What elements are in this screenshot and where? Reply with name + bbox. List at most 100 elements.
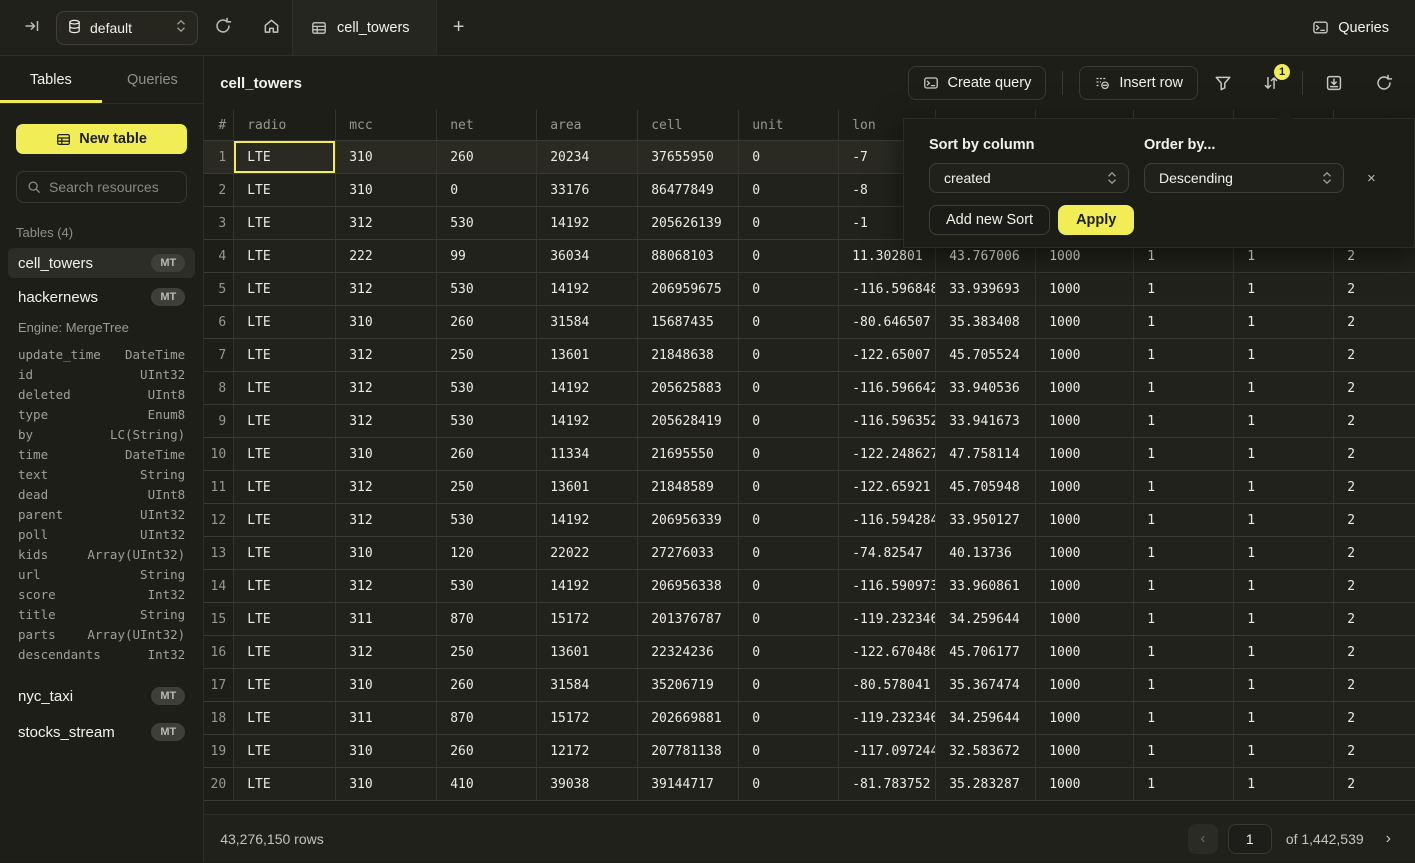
table-cell[interactable]: -122.65921 [839, 471, 936, 503]
table-cell[interactable]: 311 [336, 603, 437, 635]
table-cell[interactable]: 1 [1234, 735, 1334, 767]
table-cell[interactable]: -119.232346 [839, 603, 936, 635]
table-cell[interactable]: 0 [739, 174, 839, 206]
table-cell[interactable]: LTE [234, 372, 336, 404]
table-cell[interactable]: 1000 [1036, 669, 1134, 701]
table-cell[interactable]: LTE [234, 702, 336, 734]
table-cell[interactable]: 1 [1134, 405, 1234, 437]
table-cell[interactable]: 1000 [1036, 735, 1134, 767]
table-cell[interactable]: 205626139 [638, 207, 739, 239]
table-cell[interactable]: 45.706177 [936, 636, 1036, 668]
table-cell[interactable]: 260 [437, 669, 537, 701]
table-cell[interactable]: 35.383408 [936, 306, 1036, 338]
table-cell[interactable]: 0 [739, 405, 839, 437]
table-cell[interactable]: 0 [739, 306, 839, 338]
sidebar-item-stocks-stream[interactable]: stocks_stream MT [8, 717, 195, 747]
table-cell[interactable]: 870 [437, 702, 537, 734]
sort-button[interactable]: 1 [1256, 68, 1286, 98]
table-cell[interactable]: 39144717 [638, 768, 739, 800]
table-cell[interactable]: 260 [437, 306, 537, 338]
table-cell[interactable]: 1 [1134, 735, 1234, 767]
column-header[interactable]: net [437, 110, 537, 140]
home-button[interactable] [250, 0, 292, 55]
table-cell[interactable]: 1 [1134, 471, 1234, 503]
table-cell[interactable]: 1 [1234, 636, 1334, 668]
table-cell[interactable]: 39038 [537, 768, 638, 800]
table-cell[interactable]: 45.705524 [936, 339, 1036, 371]
table-cell[interactable]: -80.646507 [839, 306, 936, 338]
table-cell[interactable]: 312 [336, 405, 437, 437]
table-cell[interactable]: 0 [739, 504, 839, 536]
table-cell[interactable]: 15687435 [638, 306, 739, 338]
table-cell[interactable]: 312 [336, 471, 437, 503]
table-cell[interactable]: 33.940536 [936, 372, 1036, 404]
table-cell[interactable]: 0 [739, 537, 839, 569]
table-cell[interactable]: 870 [437, 603, 537, 635]
table-cell[interactable]: 310 [336, 735, 437, 767]
table-cell[interactable]: 1 [1234, 372, 1334, 404]
table-cell[interactable]: 260 [437, 735, 537, 767]
table-cell[interactable]: 0 [739, 768, 839, 800]
table-cell[interactable]: 312 [336, 273, 437, 305]
add-new-sort-button[interactable]: Add new Sort [929, 205, 1050, 235]
table-cell[interactable]: LTE [234, 669, 336, 701]
table-cell[interactable]: 34.259644 [936, 603, 1036, 635]
table-cell[interactable]: 207781138 [638, 735, 739, 767]
table-cell[interactable]: 1000 [1036, 306, 1134, 338]
table-cell[interactable]: LTE [234, 405, 336, 437]
table-cell[interactable]: 202669881 [638, 702, 739, 734]
table-cell[interactable]: 33.960861 [936, 570, 1036, 602]
table-cell[interactable]: 530 [437, 273, 537, 305]
table-cell[interactable]: -122.670486 [839, 636, 936, 668]
table-cell[interactable]: 1000 [1036, 537, 1134, 569]
table-cell[interactable]: 21695550 [638, 438, 739, 470]
table-cell[interactable]: 2 [1334, 702, 1415, 734]
table-cell[interactable]: 410 [437, 768, 537, 800]
table-cell[interactable]: 1000 [1036, 438, 1134, 470]
column-header[interactable]: radio [234, 110, 336, 140]
sidebar-item-nyc-taxi[interactable]: nyc_taxi MT [8, 681, 195, 711]
table-cell[interactable]: 530 [437, 405, 537, 437]
refresh-database-button[interactable] [210, 13, 236, 42]
table-cell[interactable]: 0 [739, 438, 839, 470]
table-cell[interactable]: 31584 [537, 669, 638, 701]
table-cell[interactable]: 88068103 [638, 240, 739, 272]
table-cell[interactable]: 14192 [537, 570, 638, 602]
table-cell[interactable]: 1 [1234, 273, 1334, 305]
table-cell[interactable]: 1 [1134, 372, 1234, 404]
sidebar-item-hackernews[interactable]: hackernews MT [8, 282, 195, 312]
table-cell[interactable]: 2 [1334, 669, 1415, 701]
table-cell[interactable]: 312 [336, 636, 437, 668]
table-cell[interactable]: 260 [437, 438, 537, 470]
table-cell[interactable]: 32.583672 [936, 735, 1036, 767]
table-cell[interactable]: 2 [1334, 603, 1415, 635]
table-cell[interactable]: 34.259644 [936, 702, 1036, 734]
tab-cell-towers[interactable]: cell_towers [292, 0, 437, 55]
table-cell[interactable]: 310 [336, 306, 437, 338]
apply-sort-button[interactable]: Apply [1058, 205, 1134, 235]
table-cell[interactable]: LTE [234, 636, 336, 668]
table-cell[interactable]: 120 [437, 537, 537, 569]
table-cell[interactable]: LTE [234, 735, 336, 767]
table-cell[interactable]: 2 [1334, 372, 1415, 404]
page-number-input[interactable] [1228, 824, 1272, 854]
table-cell[interactable]: 310 [336, 174, 437, 206]
table-cell[interactable]: 206956338 [638, 570, 739, 602]
table-cell[interactable]: 201376787 [638, 603, 739, 635]
column-header[interactable]: mcc [336, 110, 437, 140]
sort-column-select[interactable]: created [929, 163, 1129, 193]
table-cell[interactable]: 2 [1334, 306, 1415, 338]
table-cell[interactable]: 2 [1334, 339, 1415, 371]
table-cell[interactable]: 2 [1334, 405, 1415, 437]
table-cell[interactable]: -122.65007 [839, 339, 936, 371]
table-cell[interactable]: 14192 [537, 372, 638, 404]
table-cell[interactable]: 1 [1134, 537, 1234, 569]
sidebar-item-cell-towers[interactable]: cell_towers MT [8, 248, 195, 278]
table-cell[interactable]: 260 [437, 141, 537, 173]
table-cell[interactable]: 1 [1234, 768, 1334, 800]
table-cell[interactable]: 86477849 [638, 174, 739, 206]
column-header[interactable]: # [204, 110, 234, 140]
table-cell[interactable]: LTE [234, 240, 336, 272]
table-cell[interactable]: 13601 [537, 636, 638, 668]
next-page-button[interactable]: › [1378, 826, 1399, 852]
